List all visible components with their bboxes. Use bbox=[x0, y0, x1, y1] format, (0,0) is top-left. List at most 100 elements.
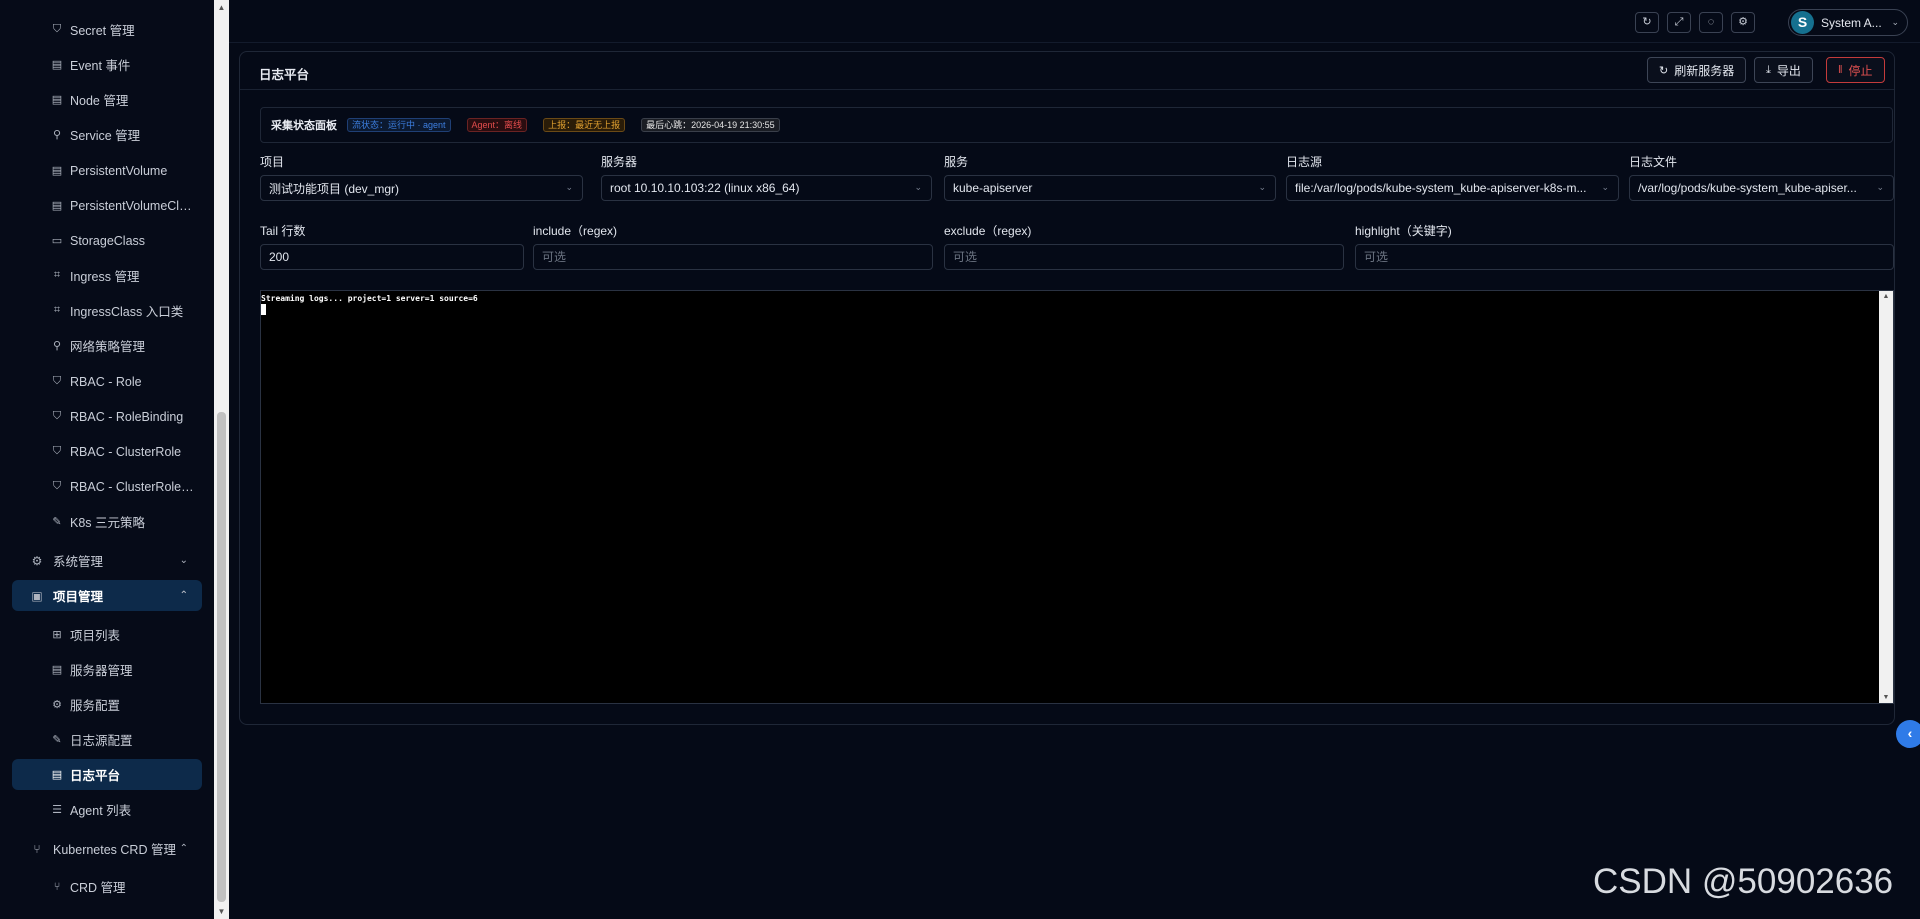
exclude-field[interactable] bbox=[953, 250, 1343, 264]
sidebar-item-rbac-clusterrole[interactable]: ⛉ RBAC - ClusterRole bbox=[12, 436, 202, 467]
fullscreen-icon[interactable]: ⤢ bbox=[1667, 12, 1691, 33]
sidebar-item-ingress[interactable]: ⌗ Ingress 管理 bbox=[12, 260, 202, 291]
sidebar-item-server-manage[interactable]: ▤ 服务器管理 bbox=[12, 654, 202, 685]
scroll-up-icon[interactable]: ▲ bbox=[1879, 293, 1893, 300]
exclude-label: exclude（regex) bbox=[944, 224, 1032, 238]
sidebar-item-network-policy[interactable]: ⚲ 网络策略管理 bbox=[12, 330, 202, 361]
sidebar-item-persistentvolume[interactable]: ▤ PersistentVolume bbox=[12, 155, 202, 186]
log-terminal[interactable]: Streaming logs... project=1 server=1 sou… bbox=[260, 290, 1894, 704]
watermark: CSDN @50902636 bbox=[1593, 862, 1894, 901]
chevron-down-icon: ⌄ bbox=[914, 182, 922, 192]
gear-icon: ⚙ bbox=[31, 553, 43, 568]
sidebar-item-k8s-policy[interactable]: ✎ K8s 三元策略 bbox=[12, 506, 202, 537]
chevron-down-icon: ⌄ bbox=[1601, 182, 1609, 192]
log-file-label: 日志文件 bbox=[1629, 155, 1678, 169]
shield-icon: ⛉ bbox=[52, 375, 62, 387]
card-header: 日志平台 ↻ 刷新服务器 ⤓ 导出 ‖ 停止 bbox=[240, 52, 1894, 90]
sidebar-item-node[interactable]: ▤ Node 管理 bbox=[12, 84, 202, 115]
service-select[interactable]: kube-apiserver ⌄ bbox=[944, 175, 1276, 201]
sidebar-item-event[interactable]: ▤ Event 事件 bbox=[12, 49, 202, 80]
refresh-icon: ↻ bbox=[1659, 64, 1669, 77]
shield-icon: ⛉ bbox=[52, 23, 62, 35]
sidebar-item-secret[interactable]: ⛉ Secret 管理 bbox=[12, 14, 202, 45]
log-source-label: 日志源 bbox=[1286, 155, 1323, 169]
include-input[interactable] bbox=[533, 244, 933, 270]
scroll-down-icon[interactable]: ▼ bbox=[1879, 694, 1893, 701]
heartbeat-badge: 最后心跳：2026-04-19 21:30:55 bbox=[641, 118, 780, 132]
agent-status-badge: Agent：离线 bbox=[466, 118, 528, 132]
chevron-down-icon: ⌄ bbox=[179, 555, 188, 566]
topbar: ↻ ⤢ ◌ ⚙ bbox=[229, 0, 1920, 43]
project-icon: ▣ bbox=[31, 588, 43, 603]
tail-input[interactable] bbox=[260, 244, 524, 270]
gear-icon[interactable]: ⚙ bbox=[1731, 12, 1755, 33]
scroll-up-icon[interactable]: ▲ bbox=[214, 0, 229, 15]
user-menu[interactable]: S System A... ⌄ bbox=[1788, 9, 1908, 36]
highlight-field[interactable] bbox=[1364, 250, 1893, 264]
report-status-badge: 上报：最近无上报 bbox=[543, 118, 626, 132]
sidebar-item-rbac-rolebinding[interactable]: ⛉ RBAC - RoleBinding bbox=[12, 401, 202, 432]
sidebar-item-rbac-role[interactable]: ⛉ RBAC - Role bbox=[12, 366, 202, 397]
sidebar-item-rbac-clusterrolebinding[interactable]: ⛉ RBAC - ClusterRoleBi... bbox=[12, 471, 202, 502]
sidebar-scroll-thumb[interactable] bbox=[217, 412, 226, 902]
sidebar-item-service-config[interactable]: ⚙ 服务配置 bbox=[12, 689, 202, 720]
sidebar-group-crd[interactable]: ⑂ Kubernetes CRD 管理 ⌃ bbox=[12, 833, 202, 864]
sidebar-item-log-source-config[interactable]: ✎ 日志源配置 bbox=[12, 724, 202, 755]
sidebar-item-service[interactable]: ⚲ Service 管理 bbox=[12, 119, 202, 150]
highlight-input[interactable] bbox=[1355, 244, 1894, 270]
collapse-panel-button[interactable]: ‹ bbox=[1896, 720, 1920, 748]
branch-icon: ⑂ bbox=[53, 880, 61, 893]
export-button[interactable]: ⤓ 导出 bbox=[1754, 57, 1813, 83]
shield-icon: ⛉ bbox=[52, 410, 62, 422]
file-icon: ▤ bbox=[51, 94, 63, 106]
doc-edit-icon: ✎ bbox=[52, 734, 62, 746]
sidebar-group-project[interactable]: ▣ 项目管理 ⌃ bbox=[12, 580, 202, 611]
network-icon: ⚲ bbox=[52, 340, 62, 352]
file-icon: ▤ bbox=[51, 59, 63, 71]
avatar: S bbox=[1791, 11, 1814, 34]
sidebar-item-agent-list[interactable]: ☰ Agent 列表 bbox=[12, 794, 202, 825]
exclude-input[interactable] bbox=[944, 244, 1344, 270]
tail-label: Tail 行数 bbox=[260, 224, 306, 238]
sidebar-item-pvc[interactable]: ▤ PersistentVolumeClai... bbox=[12, 190, 202, 221]
sidebar-item-project-list[interactable]: ⊞ 项目列表 bbox=[12, 619, 202, 650]
project-select[interactable]: 测试功能项目 (dev_mgr) ⌄ bbox=[260, 175, 583, 201]
shield-icon: ⛉ bbox=[52, 480, 62, 492]
file-icon: ▤ bbox=[51, 664, 63, 676]
server-label: 服务器 bbox=[601, 155, 638, 169]
chevron-up-icon: ⌃ bbox=[179, 590, 188, 601]
sidebar-item-log-platform[interactable]: ▤ 日志平台 bbox=[12, 759, 202, 790]
doc-icon: ▤ bbox=[51, 769, 63, 781]
sidebar-item-ingressclass[interactable]: ⌗ IngressClass 入口类 bbox=[12, 295, 202, 326]
page-title: 日志平台 bbox=[259, 68, 310, 82]
branch-icon: ⑂ bbox=[33, 841, 41, 856]
status-panel-title: 采集状态面板 bbox=[271, 120, 337, 132]
stop-button[interactable]: ‖ 停止 bbox=[1826, 57, 1885, 83]
sidebar-item-storageclass[interactable]: ▭ StorageClass bbox=[12, 225, 202, 256]
chevron-up-icon: ⌃ bbox=[179, 843, 188, 854]
chevron-down-icon: ⌄ bbox=[565, 182, 573, 192]
scroll-down-icon[interactable]: ▼ bbox=[214, 904, 229, 919]
terminal-cursor bbox=[261, 304, 266, 315]
doc-edit-icon: ✎ bbox=[52, 516, 62, 528]
status-panel: 采集状态面板 流状态：运行中 · agent Agent：离线 上报：最近无上报… bbox=[260, 107, 1893, 143]
user-name: System A... bbox=[1821, 15, 1882, 30]
log-platform-card: 日志平台 ↻ 刷新服务器 ⤓ 导出 ‖ 停止 采集状态面板 流状态：运行中 · age… bbox=[239, 51, 1895, 725]
include-field[interactable] bbox=[542, 250, 932, 264]
log-file-select[interactable]: /var/log/pods/kube-system_kube-apiser...… bbox=[1629, 175, 1894, 201]
refresh-icon[interactable]: ↻ bbox=[1635, 12, 1659, 33]
pause-icon: ‖ bbox=[1838, 64, 1843, 76]
chevron-left-icon: ‹ bbox=[1907, 725, 1913, 741]
file-icon: ▤ bbox=[51, 200, 63, 212]
bulb-icon[interactable]: ◌ bbox=[1699, 12, 1723, 33]
refresh-servers-button[interactable]: ↻ 刷新服务器 bbox=[1647, 57, 1747, 83]
server-select[interactable]: root 10.10.10.103:22 (linux x86_64) ⌄ bbox=[601, 175, 932, 201]
shield-icon: ⛉ bbox=[52, 445, 62, 457]
tail-field[interactable] bbox=[269, 250, 523, 264]
ingress-icon: ⌗ bbox=[53, 304, 61, 316]
log-source-select[interactable]: file:/var/log/pods/kube-system_kube-apis… bbox=[1286, 175, 1619, 201]
network-icon: ⚲ bbox=[52, 129, 62, 141]
sidebar-group-system[interactable]: ⚙ 系统管理 ⌄ bbox=[12, 545, 202, 576]
sidebar-item-crd-manage[interactable]: ⑂ CRD 管理 bbox=[12, 871, 202, 902]
terminal-scrollbar[interactable]: ▲ ▼ bbox=[1879, 291, 1893, 703]
